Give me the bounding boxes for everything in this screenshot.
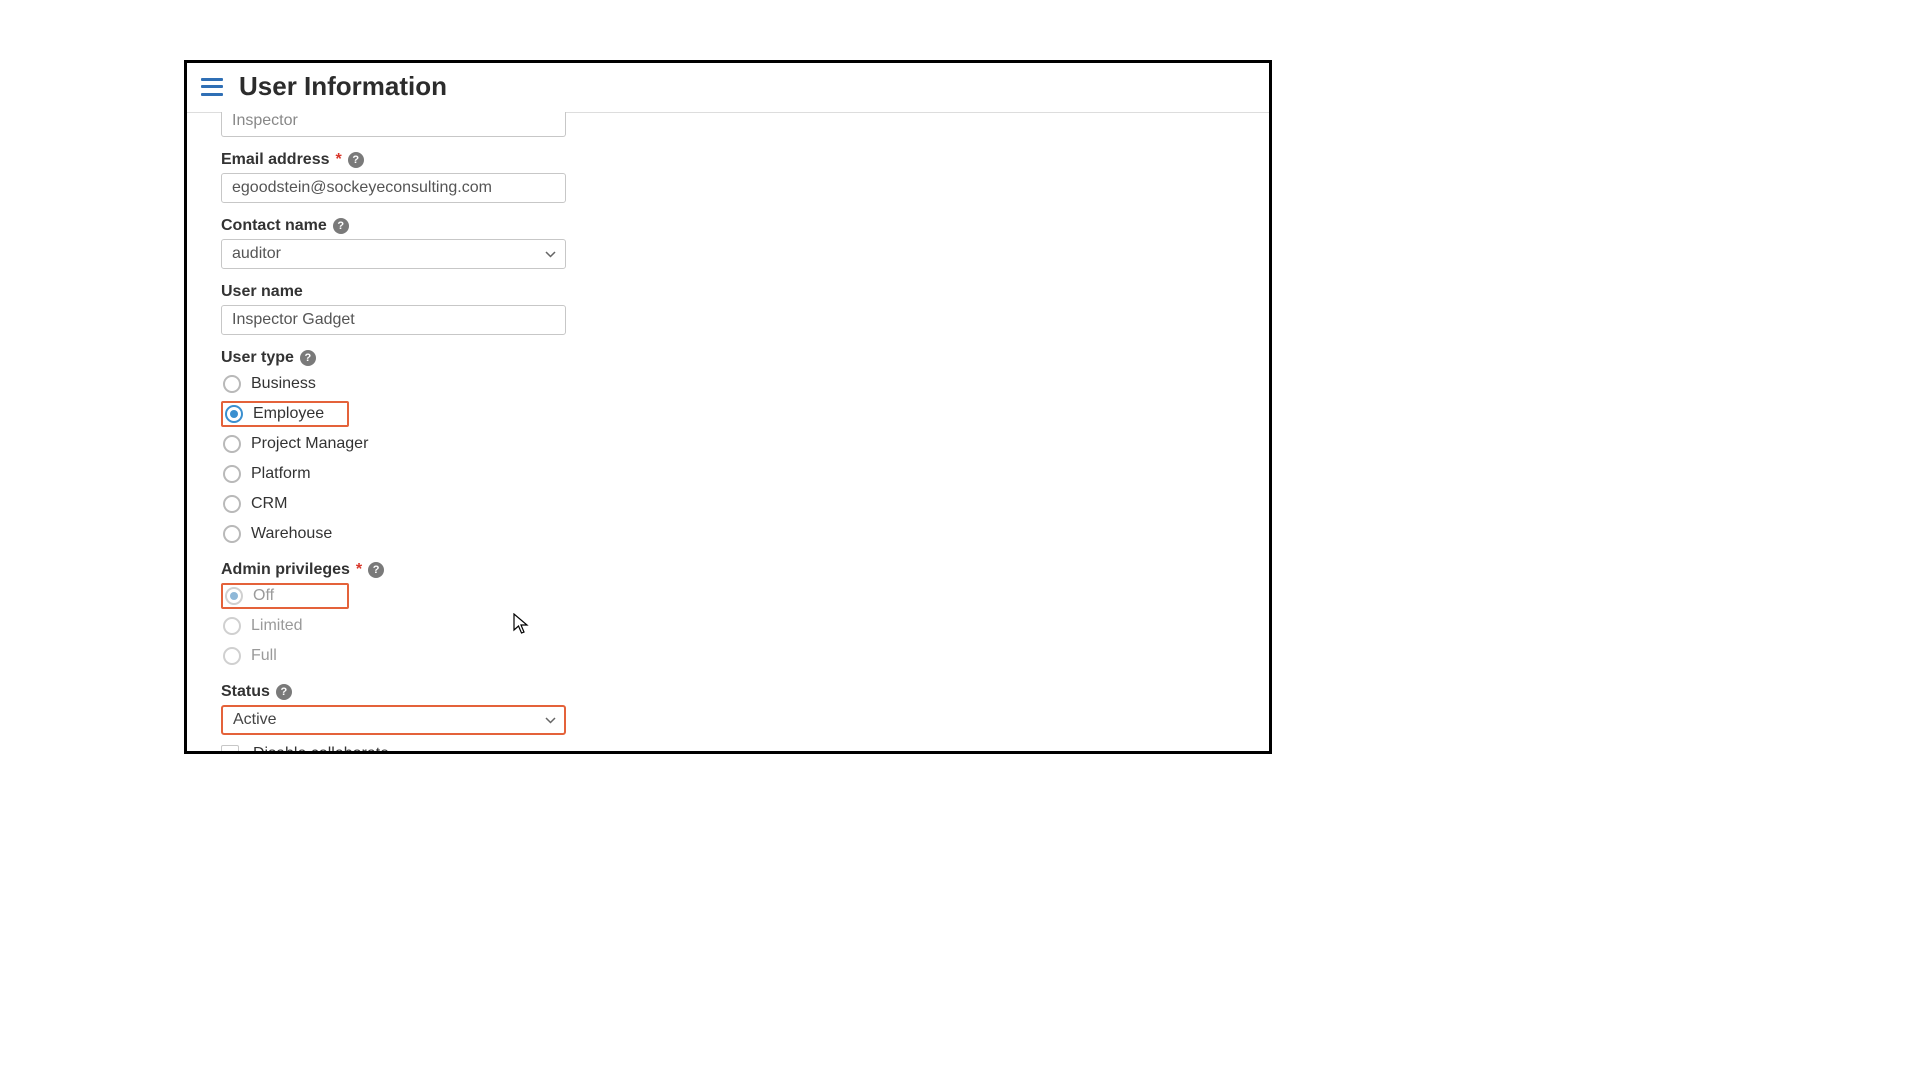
admin-privileges-label: Admin privileges * ? <box>221 561 1235 579</box>
contact-name-value: auditor <box>232 245 281 263</box>
radio-label: CRM <box>251 495 287 513</box>
radio-icon <box>223 435 241 453</box>
user-type-business[interactable]: Business <box>221 371 349 397</box>
radio-icon <box>223 525 241 543</box>
help-icon[interactable]: ? <box>368 562 384 578</box>
email-field: Email address * ? <box>221 151 1235 203</box>
status-field: Status ? Active Disable collaborate Keep… <box>221 683 1235 754</box>
required-indicator: * <box>336 151 342 169</box>
radio-icon <box>223 465 241 483</box>
user-type-platform[interactable]: Platform <box>221 461 349 487</box>
status-label-text: Status <box>221 683 270 701</box>
disable-collaborate-row[interactable]: Disable collaborate <box>221 745 1235 754</box>
user-type-crm[interactable]: CRM <box>221 491 349 517</box>
radio-label: Employee <box>253 405 324 423</box>
checkbox-icon <box>221 745 239 754</box>
radio-label: Warehouse <box>251 525 332 543</box>
user-info-form: Inspector Email address * ? Contact name… <box>187 112 1269 754</box>
email-label-text: Email address <box>221 151 330 169</box>
radio-icon <box>223 375 241 393</box>
radio-label: Off <box>253 587 274 605</box>
user-name-label-text: User name <box>221 283 303 301</box>
radio-label: Business <box>251 375 316 393</box>
contact-name-select[interactable]: auditor <box>221 239 566 269</box>
page-title: User Information <box>239 71 447 102</box>
role-input-cutoff[interactable]: Inspector <box>221 112 566 137</box>
admin-full[interactable]: Full <box>221 643 349 669</box>
user-type-radio-group: Business Employee Project Manager Platfo… <box>221 371 1235 547</box>
radio-label: Platform <box>251 465 311 483</box>
help-icon[interactable]: ? <box>333 218 349 234</box>
user-type-label: User type ? <box>221 349 1235 367</box>
user-name-field: User name <box>221 283 1235 335</box>
help-icon[interactable]: ? <box>300 350 316 366</box>
admin-privileges-field: Admin privileges * ? Off Limited Full <box>221 561 1235 669</box>
help-icon[interactable]: ? <box>276 684 292 700</box>
user-name-label: User name <box>221 283 1235 301</box>
disable-collaborate-label: Disable collaborate <box>253 745 389 754</box>
radio-icon <box>223 495 241 513</box>
radio-icon <box>225 405 243 423</box>
user-type-label-text: User type <box>221 349 294 367</box>
page-header: User Information <box>187 63 1269 113</box>
contact-name-field: Contact name ? auditor <box>221 217 1235 269</box>
user-type-field: User type ? Business Employee Project Ma… <box>221 349 1235 547</box>
user-type-warehouse[interactable]: Warehouse <box>221 521 349 547</box>
contact-name-label: Contact name ? <box>221 217 1235 235</box>
admin-limited[interactable]: Limited <box>221 613 349 639</box>
status-select[interactable]: Active <box>221 705 566 735</box>
contact-name-label-text: Contact name <box>221 217 327 235</box>
radio-icon <box>223 617 241 635</box>
user-type-employee[interactable]: Employee <box>221 401 349 427</box>
help-icon[interactable]: ? <box>348 152 364 168</box>
required-indicator: * <box>356 561 362 579</box>
admin-off[interactable]: Off <box>221 583 349 609</box>
menu-icon[interactable] <box>201 78 223 96</box>
radio-label: Project Manager <box>251 435 368 453</box>
email-input[interactable] <box>221 173 566 203</box>
radio-icon <box>225 587 243 605</box>
user-type-project-manager[interactable]: Project Manager <box>221 431 374 457</box>
status-select-wrap: Active <box>221 705 566 735</box>
status-label: Status ? <box>221 683 1235 701</box>
radio-label: Full <box>251 647 277 665</box>
app-frame: User Information Inspector Email address… <box>184 60 1272 754</box>
radio-label: Limited <box>251 617 303 635</box>
admin-privileges-radio-group: Off Limited Full <box>221 583 1235 669</box>
admin-privileges-label-text: Admin privileges <box>221 561 350 579</box>
user-name-input[interactable] <box>221 305 566 335</box>
contact-name-select-wrap: auditor <box>221 239 566 269</box>
radio-icon <box>223 647 241 665</box>
email-label: Email address * ? <box>221 151 1235 169</box>
status-value: Active <box>233 711 277 729</box>
